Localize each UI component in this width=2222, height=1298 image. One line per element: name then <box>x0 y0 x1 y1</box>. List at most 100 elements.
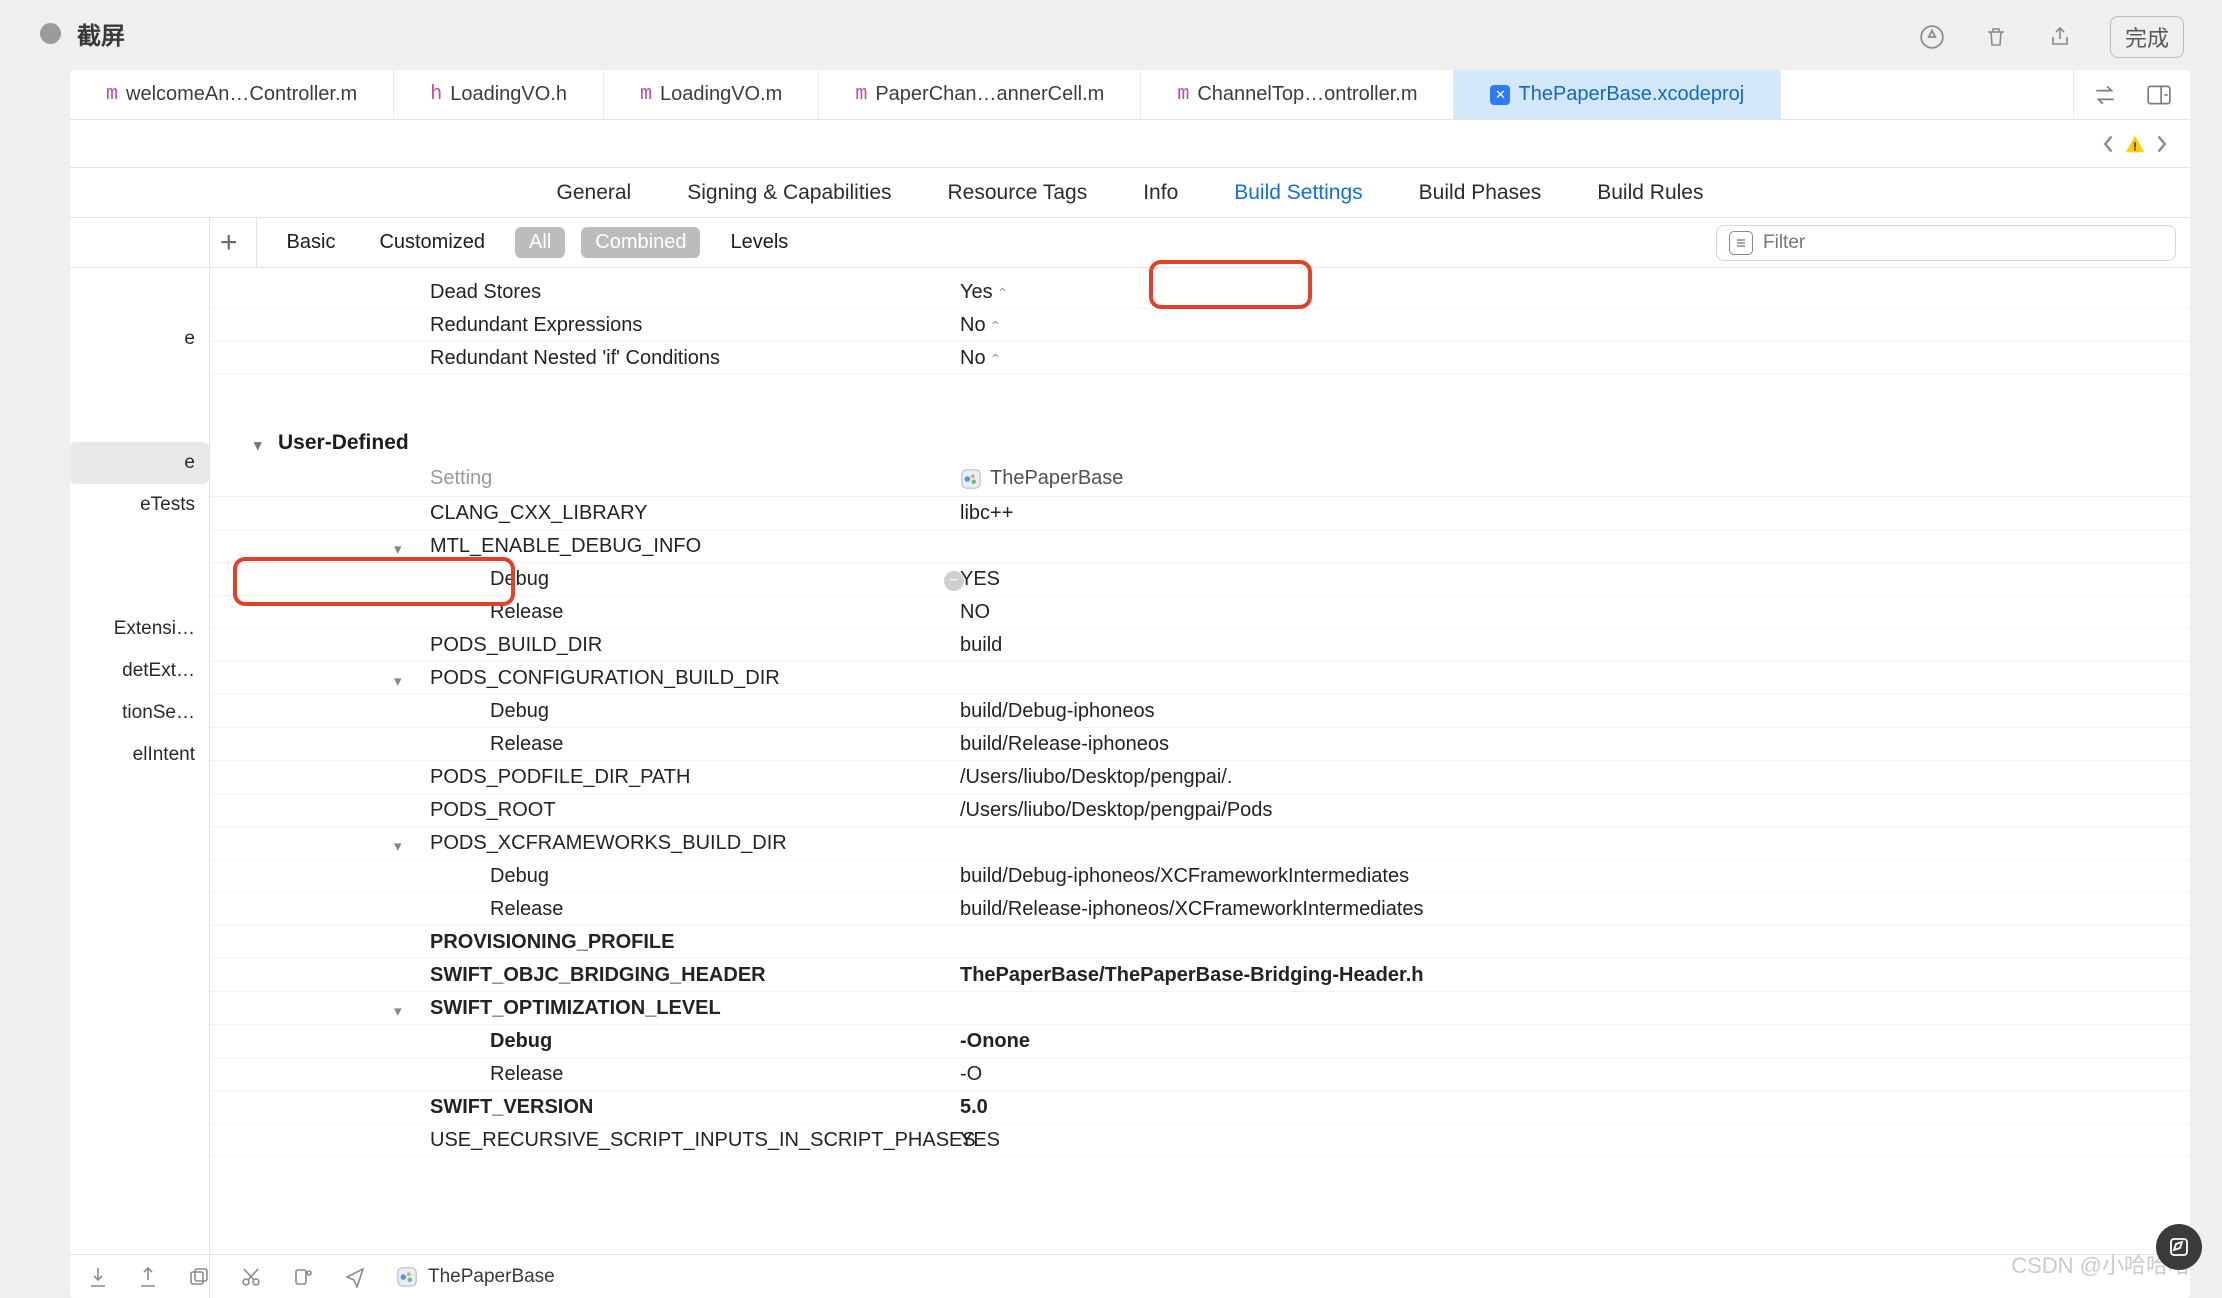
segment-resource-tags[interactable]: Resource Tags <box>940 175 1096 211</box>
filter-combined[interactable]: Combined <box>581 227 700 258</box>
add-button[interactable]: + <box>210 218 257 267</box>
stack-icon[interactable] <box>188 1266 210 1288</box>
tab-paperchannel[interactable]: mPaperChan…annerCell.m <box>819 70 1141 119</box>
chevron-down-icon[interactable]: ▾ <box>394 837 402 855</box>
target-item[interactable]: e <box>70 318 209 360</box>
setting-row[interactable]: CLANG_CXX_LIBRARYlibc++ <box>210 497 2190 530</box>
setting-row[interactable]: SWIFT_VERSION5.0 <box>210 1091 2190 1124</box>
chevron-down-icon[interactable]: ▾ <box>394 1002 402 1020</box>
segment-signing[interactable]: Signing & Capabilities <box>679 175 899 211</box>
filter-input[interactable] <box>1763 232 2163 254</box>
setting-row[interactable]: PODS_PODFILE_DIR_PATH/Users/liubo/Deskto… <box>210 761 2190 794</box>
target-item[interactable]: tionSe… <box>70 692 209 734</box>
help-icon[interactable] <box>1918 23 1946 51</box>
download-icon[interactable] <box>88 1266 108 1288</box>
upload-icon[interactable] <box>138 1266 158 1288</box>
nav-forward-icon[interactable] <box>2150 134 2172 154</box>
warning-icon[interactable] <box>2124 133 2146 155</box>
setting-row[interactable]: Redundant ExpressionsNo⌃ <box>210 309 2190 342</box>
setting-row[interactable]: Debug-Onone <box>210 1025 2190 1058</box>
setting-row[interactable]: USE_RECURSIVE_SCRIPT_INPUTS_IN_SCRIPT_PH… <box>210 1124 2190 1157</box>
setting-row[interactable]: Debugbuild/Debug-iphoneos/XCFrameworkInt… <box>210 860 2190 893</box>
filter-basic[interactable]: Basic <box>273 227 350 258</box>
sidebar-toggle-icon[interactable] <box>2146 84 2172 106</box>
target-item[interactable]: elIntent <box>70 734 209 776</box>
tab-welcome-controller[interactable]: mwelcomeAn…Controller.m <box>70 70 394 119</box>
chevron-down-icon[interactable]: ▾ <box>394 540 402 558</box>
columns-header: Setting ThePaperBase <box>210 461 2190 497</box>
setting-value[interactable]: No⌃ <box>960 314 1001 337</box>
tab-loadingvo-m[interactable]: mLoadingVO.m <box>604 70 819 119</box>
segment-build-rules[interactable]: Build Rules <box>1589 175 1711 211</box>
setting-row[interactable]: PODS_XCFRAMEWORKS_BUILD_DIR <box>210 827 2190 860</box>
done-button[interactable]: 完成 <box>2110 16 2184 58</box>
filter-search[interactable] <box>1716 225 2176 261</box>
setting-value[interactable]: build/Debug-iphoneos <box>960 700 1155 723</box>
segment-info[interactable]: Info <box>1135 175 1186 211</box>
setting-row[interactable]: Dead StoresYes⌃ <box>210 276 2190 309</box>
setting-row[interactable]: PROVISIONING_PROFILE <box>210 926 2190 959</box>
setting-row[interactable]: Release-O <box>210 1058 2190 1091</box>
setting-value[interactable]: build/Release-iphoneos/XCFrameworkInterm… <box>960 898 1424 921</box>
segment-build-phases[interactable]: Build Phases <box>1411 175 1550 211</box>
setting-value[interactable]: build/Debug-iphoneos/XCFrameworkIntermed… <box>960 865 1409 888</box>
nav-back-icon[interactable] <box>2098 134 2120 154</box>
cut-icon[interactable] <box>240 1266 262 1288</box>
target-item[interactable]: Extensi… <box>70 608 209 650</box>
setting-row[interactable]: PODS_BUILD_DIRbuild <box>210 629 2190 662</box>
setting-row[interactable]: Releasebuild/Release-iphoneos/XCFramewor… <box>210 893 2190 926</box>
setting-row[interactable]: ReleaseNO <box>210 596 2190 629</box>
segment-general[interactable]: General <box>549 175 640 211</box>
setting-row[interactable]: MTL_ENABLE_DEBUG_INFO <box>210 530 2190 563</box>
filter-customized[interactable]: Customized <box>365 227 499 258</box>
setting-value[interactable]: build <box>960 634 1002 657</box>
trash-icon[interactable] <box>1982 23 2010 51</box>
setting-value[interactable]: /Users/liubo/Desktop/pengpai/Pods <box>960 799 1272 822</box>
remove-icon[interactable]: − <box>944 571 964 591</box>
setting-row[interactable]: Redundant Nested 'if' ConditionsNo⌃ <box>210 342 2190 375</box>
chevron-down-icon[interactable]: ▾ <box>394 672 402 690</box>
section-user-defined[interactable]: ▾ User-Defined <box>210 425 2190 461</box>
target-item[interactable]: detExt… <box>70 650 209 692</box>
segment-build-settings[interactable]: Build Settings <box>1226 175 1370 211</box>
setting-row[interactable]: PODS_CONFIGURATION_BUILD_DIR <box>210 662 2190 695</box>
setting-value[interactable]: NO <box>960 601 990 624</box>
tab-project-file[interactable]: ✕ThePaperBase.xcodeproj <box>1454 70 1781 119</box>
setting-row[interactable]: Releasebuild/Release-iphoneos <box>210 728 2190 761</box>
crop-icon[interactable] <box>292 1266 314 1288</box>
setting-row[interactable]: PODS_ROOT/Users/liubo/Desktop/pengpai/Po… <box>210 794 2190 827</box>
setting-value[interactable]: /Users/liubo/Desktop/pengpai/. <box>960 766 1232 789</box>
setting-row[interactable]: Debugbuild/Debug-iphoneos <box>210 695 2190 728</box>
send-icon[interactable] <box>344 1266 366 1288</box>
setting-value[interactable]: build/Release-iphoneos <box>960 733 1169 756</box>
switch-arrows-icon[interactable] <box>2092 84 2118 106</box>
target-item[interactable]: eTests <box>70 484 209 526</box>
target-item[interactable]: e <box>70 442 209 484</box>
filter-levels[interactable]: Levels <box>716 227 802 258</box>
filter-all[interactable]: All <box>515 227 565 258</box>
setting-value[interactable]: 5.0 <box>960 1096 988 1119</box>
setting-value[interactable]: YES <box>960 1129 1000 1152</box>
fab-button[interactable] <box>2156 1224 2202 1270</box>
setting-value[interactable]: libc++ <box>960 502 1013 525</box>
setting-value[interactable]: No⌃ <box>960 347 1001 370</box>
share-icon[interactable] <box>2046 23 2074 51</box>
setting-key: Redundant Expressions <box>430 314 960 337</box>
breadcrumb[interactable]: ThePaperBase <box>396 1266 555 1288</box>
setting-value[interactable]: -O <box>960 1063 982 1086</box>
settings-scroll[interactable]: Dead StoresYes⌃Redundant ExpressionsNo⌃R… <box>210 268 2190 1298</box>
setting-value[interactable]: Yes⌃ <box>960 281 1008 304</box>
body-split: e e eTests Extensi… detExt… tionSe… elIn… <box>70 268 2190 1298</box>
setting-row[interactable]: SWIFT_OBJC_BRIDGING_HEADERThePaperBase/T… <box>210 959 2190 992</box>
tab-channeltop[interactable]: mChannelTop…ontroller.m <box>1141 70 1454 119</box>
setting-key: Debug <box>490 865 960 888</box>
setting-row[interactable]: SWIFT_OPTIMIZATION_LEVEL <box>210 992 2190 1025</box>
setting-value[interactable]: ThePaperBase/ThePaperBase-Bridging-Heade… <box>960 964 1423 987</box>
close-icon[interactable] <box>40 23 61 44</box>
setting-value[interactable]: -Onone <box>960 1030 1030 1053</box>
setting-row[interactable]: DebugYES <box>210 563 2190 596</box>
tab-loadingvo-h[interactable]: hLoadingVO.h <box>394 70 604 119</box>
column-target: ThePaperBase <box>960 467 1123 490</box>
filter-scope-icon[interactable] <box>1729 231 1753 255</box>
setting-value[interactable]: YES <box>960 568 1000 591</box>
